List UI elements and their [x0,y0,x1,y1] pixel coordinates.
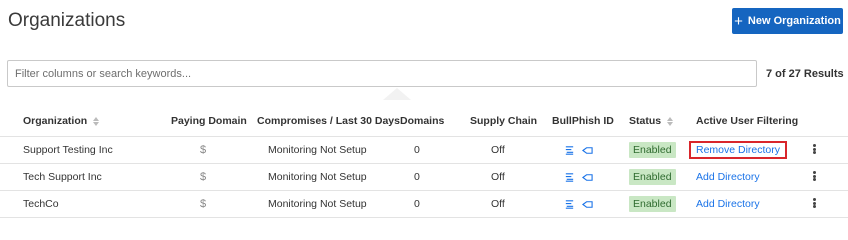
header-supply-chain: Supply Chain [470,115,538,127]
compromises-status: Monitoring Not Setup [268,198,367,210]
add-directory-link[interactable]: Add Directory [696,171,760,183]
header-organization[interactable]: Organization [23,115,100,127]
table-header: Organization Paying Domain Compromises /… [0,103,848,137]
header-bullphish-id: BullPhish ID [552,115,614,127]
bullphish-icons [564,145,593,156]
organization-name[interactable]: Support Testing Inc [23,144,113,156]
status-badge: Enabled [629,196,676,212]
dollar-icon: $ [200,198,207,210]
sort-icon[interactable] [93,116,100,126]
organization-name[interactable]: Tech Support Inc [23,171,102,183]
bullphish-campaign-icon[interactable] [564,172,575,183]
status-badge: Enabled [629,169,676,185]
domains-count: 0 [414,198,420,210]
kebab-menu-icon[interactable] [809,142,819,156]
header-domains: Domains [400,115,445,127]
remove-directory-link[interactable]: Remove Directory [689,141,788,159]
sort-icon[interactable] [667,116,674,126]
header-status[interactable]: Status [629,115,674,127]
compromises-status: Monitoring Not Setup [268,171,367,183]
bullphish-campaign-icon[interactable] [564,145,575,156]
status-badge: Enabled [629,142,676,158]
header-compromises: Compromises / Last 30 Days [257,115,400,127]
domains-count: 0 [414,171,420,183]
organization-name[interactable]: TechCo [23,198,59,210]
bullphish-hook-icon[interactable] [582,199,593,210]
dollar-icon: $ [200,171,207,183]
results-count: 7 of 27 Results [766,68,844,80]
plus-icon: + [734,12,743,30]
new-organization-button[interactable]: + New Organization [732,8,843,34]
domains-count: 0 [414,144,420,156]
supply-chain-state: Off [491,198,505,210]
bullphish-campaign-icon[interactable] [564,199,575,210]
bullphish-icons [564,172,593,183]
kebab-menu-icon[interactable] [809,196,819,210]
kebab-menu-icon[interactable] [809,169,819,183]
table-row: Tech Support Inc $ Monitoring Not Setup … [0,164,848,191]
bullphish-hook-icon[interactable] [582,172,593,183]
bullphish-icons [564,199,593,210]
compromises-status: Monitoring Not Setup [268,144,367,156]
bullphish-hook-icon[interactable] [582,145,593,156]
header-active-user-filtering: Active User Filtering [696,115,799,127]
page-title: Organizations [8,10,126,31]
dollar-icon: $ [200,144,207,156]
table-row: Support Testing Inc $ Monitoring Not Set… [0,137,848,164]
add-directory-link[interactable]: Add Directory [696,198,760,210]
supply-chain-state: Off [491,144,505,156]
supply-chain-state: Off [491,171,505,183]
new-organization-label: New Organization [747,15,841,27]
table-row: TechCo $ Monitoring Not Setup 0 Off Enab… [0,191,848,218]
filter-search-input[interactable] [7,60,757,87]
header-paying-domain: Paying Domain [171,115,247,127]
decorative-wedge [383,88,411,100]
